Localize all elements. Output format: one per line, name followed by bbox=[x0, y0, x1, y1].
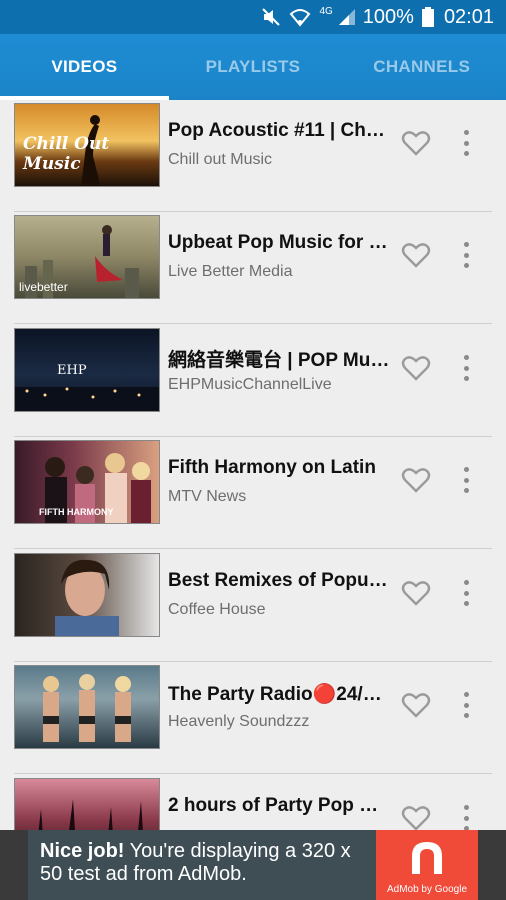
admob-icon bbox=[412, 842, 442, 874]
video-title: The Party Radio🔴24/7 Live bbox=[168, 684, 390, 705]
tab-bar: VIDEOS PLAYLISTS CHANNELS bbox=[0, 34, 506, 100]
video-title: 網絡音樂電台 | POP Music bbox=[168, 350, 390, 371]
video-title: 2 hours of Party Pop Music bbox=[168, 795, 390, 816]
video-thumbnail[interactable]: Chill Out Music bbox=[14, 103, 160, 187]
clock: 02:01 bbox=[443, 5, 494, 28]
video-title: Pop Acoustic #11 | Chill Out Music bbox=[168, 120, 390, 141]
tab-playlists[interactable]: PLAYLISTS bbox=[169, 34, 338, 100]
channel-name: Coffee House bbox=[168, 601, 266, 618]
mute-icon bbox=[261, 7, 281, 27]
more-options-icon[interactable] bbox=[454, 580, 478, 606]
heart-icon[interactable] bbox=[400, 353, 432, 383]
video-thumbnail[interactable] bbox=[14, 553, 160, 637]
signal-icon bbox=[337, 7, 357, 27]
heart-icon[interactable] bbox=[400, 465, 432, 495]
more-options-icon[interactable] bbox=[454, 242, 478, 268]
video-list: Chill Out Music Pop Acoustic #11 | Chill… bbox=[0, 100, 506, 830]
more-options-icon[interactable] bbox=[454, 355, 478, 381]
city-lights-icon bbox=[15, 387, 159, 411]
channel-name: Heavenly Soundzzz bbox=[168, 713, 310, 730]
video-row[interactable]: livebetter Upbeat Pop Music for Work Liv… bbox=[0, 212, 506, 324]
more-options-icon[interactable] bbox=[454, 692, 478, 718]
ad-brand: AdMob by Google bbox=[386, 884, 468, 895]
channel-name: EHPMusicChannelLive bbox=[168, 376, 332, 393]
thumbnail-caption: Chill Out Music bbox=[23, 134, 110, 174]
network-type-label: 4G bbox=[319, 5, 333, 17]
heart-icon[interactable] bbox=[400, 803, 432, 830]
ad-banner[interactable]: Nice job! You're displaying a 320 x 50 t… bbox=[0, 830, 506, 900]
heart-icon[interactable] bbox=[400, 240, 432, 270]
divider bbox=[14, 773, 492, 774]
video-thumbnail[interactable] bbox=[14, 665, 160, 749]
tab-videos[interactable]: VIDEOS bbox=[0, 34, 169, 100]
video-row[interactable]: FIFTH HARMONY Fifth Harmony on Latin MTV… bbox=[0, 437, 506, 549]
video-row[interactable]: The Party Radio🔴24/7 Live Heavenly Sound… bbox=[0, 662, 506, 774]
video-row[interactable]: EHP 網絡音樂電台 | POP Music EHPMusicChannelLi… bbox=[0, 325, 506, 437]
crowd-icon bbox=[38, 799, 143, 830]
video-row[interactable]: Best Remixes of Popular Songs Coffee Hou… bbox=[0, 550, 506, 662]
battery-percent: 100% bbox=[362, 5, 414, 28]
people-group-icon bbox=[43, 674, 131, 742]
channel-name: Live Better Media bbox=[168, 263, 293, 280]
tab-channels[interactable]: CHANNELS bbox=[337, 34, 506, 100]
video-thumbnail[interactable]: FIFTH HARMONY bbox=[14, 440, 160, 524]
admob-logo[interactable]: AdMob by Google bbox=[376, 830, 478, 900]
video-thumbnail[interactable]: livebetter bbox=[14, 215, 160, 299]
ad-headline: Nice job! bbox=[40, 840, 125, 862]
video-row[interactable]: Chill Out Music Pop Acoustic #11 | Chill… bbox=[0, 100, 506, 212]
heart-icon[interactable] bbox=[400, 690, 432, 720]
wifi-icon bbox=[289, 7, 311, 27]
more-options-icon[interactable] bbox=[454, 467, 478, 493]
portrait-icon bbox=[55, 559, 119, 636]
video-row[interactable]: 2 hours of Party Pop Music bbox=[0, 775, 506, 830]
video-thumbnail[interactable]: EHP bbox=[14, 328, 160, 412]
status-bar: 4G 100% 02:01 bbox=[0, 0, 506, 34]
heart-icon[interactable] bbox=[400, 128, 432, 158]
battery-icon bbox=[421, 7, 434, 27]
ad-content[interactable]: Nice job! You're displaying a 320 x 50 t… bbox=[28, 830, 478, 900]
channel-name: MTV News bbox=[168, 488, 247, 505]
thumbnail-caption: FIFTH HARMONY bbox=[39, 507, 114, 517]
video-title: Fifth Harmony on Latin bbox=[168, 457, 376, 478]
video-thumbnail[interactable] bbox=[14, 778, 160, 830]
more-options-icon[interactable] bbox=[454, 805, 478, 830]
heart-icon[interactable] bbox=[400, 578, 432, 608]
video-title: Upbeat Pop Music for Work bbox=[168, 232, 390, 253]
channel-name: Chill out Music bbox=[168, 151, 273, 168]
thumbnail-caption: EHP bbox=[57, 363, 87, 378]
video-title: Best Remixes of Popular Songs bbox=[168, 570, 390, 591]
ad-text: Nice job! You're displaying a 320 x 50 t… bbox=[40, 840, 370, 886]
thumbnail-caption: livebetter bbox=[19, 280, 68, 294]
more-options-icon[interactable] bbox=[454, 130, 478, 156]
divider bbox=[14, 548, 492, 549]
divider bbox=[14, 323, 492, 324]
